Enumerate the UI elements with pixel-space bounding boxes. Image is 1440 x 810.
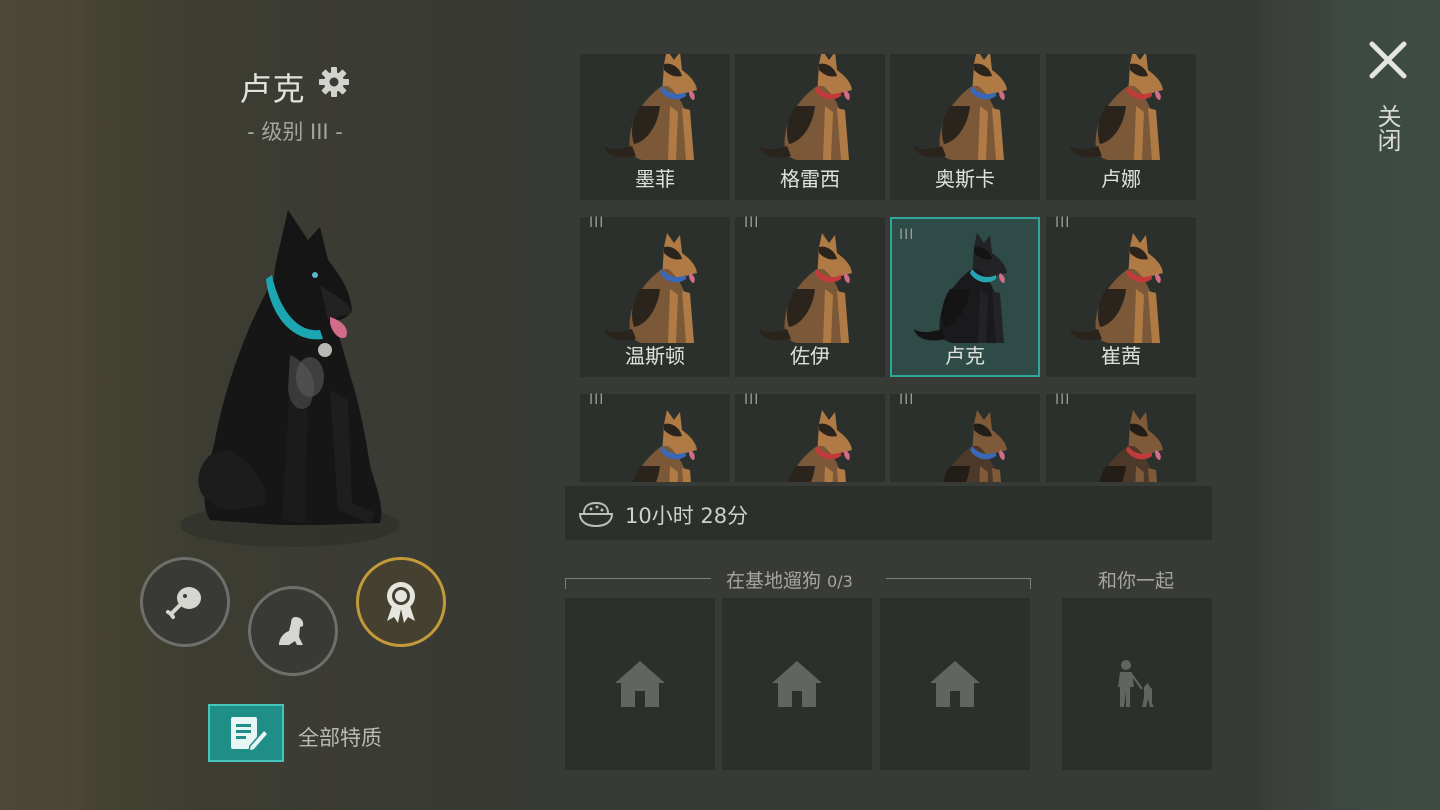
- dog-tile[interactable]: III 崔茜: [1046, 215, 1196, 377]
- dog-tile[interactable]: III: [890, 392, 1040, 482]
- gear-icon[interactable]: [317, 65, 351, 99]
- dog-tile-name: 奥斯卡: [935, 167, 995, 191]
- dog-tile[interactable]: III卢娜: [1046, 54, 1196, 200]
- walk-slot-1[interactable]: [565, 598, 715, 770]
- home-icon: [930, 661, 980, 707]
- dog-tile-rank: III: [744, 392, 760, 408]
- feed-button[interactable]: [140, 557, 230, 647]
- dog-level: - 级别 III -: [247, 120, 343, 144]
- meat-icon: [166, 587, 201, 619]
- feed-timer-bar: 10小时 28分: [565, 486, 1212, 540]
- dog-tile-name: 卢娜: [1101, 167, 1141, 191]
- walk-title: 在基地遛狗 0/3: [726, 566, 853, 593]
- with-you-title: 和你一起: [1097, 570, 1174, 592]
- walk-title-text: 在基地遛狗: [726, 570, 822, 592]
- award-ribbon-icon: [387, 582, 415, 623]
- dog-tile-name: 温斯顿: [625, 344, 685, 368]
- walk-slot-2[interactable]: [722, 598, 872, 770]
- person-with-dog-icon: [1118, 660, 1154, 707]
- notes-edit-icon: [231, 717, 268, 752]
- dog-name: 卢克: [239, 70, 306, 108]
- dog-tile-rank: III: [899, 227, 915, 243]
- dog-tile-name: 崔茜: [1101, 344, 1141, 368]
- dog-tile[interactable]: III: [580, 392, 730, 482]
- close-icon[interactable]: [1368, 40, 1408, 80]
- dog-tile-name: 佐伊: [790, 344, 830, 368]
- dog-grid: III墨菲III格雷西III奥斯卡III卢娜III温斯顿III佐伊III卢克II…: [580, 54, 1200, 482]
- walk-count: 0/3: [827, 572, 853, 591]
- dog-title: 卢克: [200, 64, 390, 110]
- dog-tile[interactable]: III: [735, 392, 885, 482]
- close-label-text: 关闭: [1373, 104, 1401, 152]
- dog-tile[interactable]: III奥斯卡: [890, 54, 1040, 200]
- dog-portrait: [914, 233, 1007, 343]
- all-traits-button[interactable]: [208, 704, 284, 762]
- home-icon: [772, 661, 822, 707]
- dog-tile-rank: III: [744, 215, 760, 231]
- dog-portrait: [759, 54, 852, 160]
- dog-tile-rank: III: [589, 215, 605, 231]
- walk-bracket-right: [886, 578, 1031, 589]
- pet-button[interactable]: [248, 586, 338, 676]
- dog-tile-name: 格雷西: [780, 167, 840, 191]
- dog-portrait: [633, 410, 697, 482]
- feed-timer-text: 10小时 28分: [625, 504, 749, 528]
- dog-tile[interactable]: III格雷西: [735, 54, 885, 200]
- with-you-slot[interactable]: [1062, 598, 1212, 770]
- sitting-dog-icon: [279, 617, 304, 645]
- achievement-button[interactable]: [356, 557, 446, 647]
- dog-portrait: [943, 410, 1007, 482]
- food-bowl-icon: [578, 501, 614, 528]
- dog-portrait: [759, 233, 852, 343]
- dog-portrait: [914, 54, 1007, 160]
- dog-tile[interactable]: III: [1046, 392, 1196, 482]
- dog-portrait: [1070, 233, 1163, 343]
- walk-bracket-left: [565, 578, 711, 589]
- dog-tile-name: 墨菲: [635, 167, 675, 191]
- all-traits-label: 全部特质: [298, 726, 382, 750]
- dog-tile[interactable]: III墨菲: [580, 54, 730, 200]
- dog-tile[interactable]: III 佐伊: [735, 215, 885, 377]
- home-icon: [615, 661, 665, 707]
- dog-portrait: [604, 54, 697, 160]
- dog-tile-rank: III: [899, 392, 915, 408]
- dog-tile-rank: III: [1055, 215, 1071, 231]
- left-edge-shade: [0, 0, 72, 810]
- dog-tile-rank: III: [589, 392, 605, 408]
- dog-tile-name: 卢克: [945, 344, 985, 368]
- dog-model: [170, 205, 430, 550]
- dog-portrait: [604, 233, 697, 343]
- dog-portrait: [1070, 54, 1163, 160]
- dog-portrait: [1099, 410, 1163, 482]
- dog-tile[interactable]: III 温斯顿: [580, 215, 730, 377]
- dog-tile-rank: III: [1055, 392, 1071, 408]
- dog-tile[interactable]: III 卢克: [890, 217, 1040, 377]
- close-label[interactable]: 关闭: [1372, 104, 1402, 159]
- walk-slot-3[interactable]: [880, 598, 1030, 770]
- dog-portrait: [788, 410, 852, 482]
